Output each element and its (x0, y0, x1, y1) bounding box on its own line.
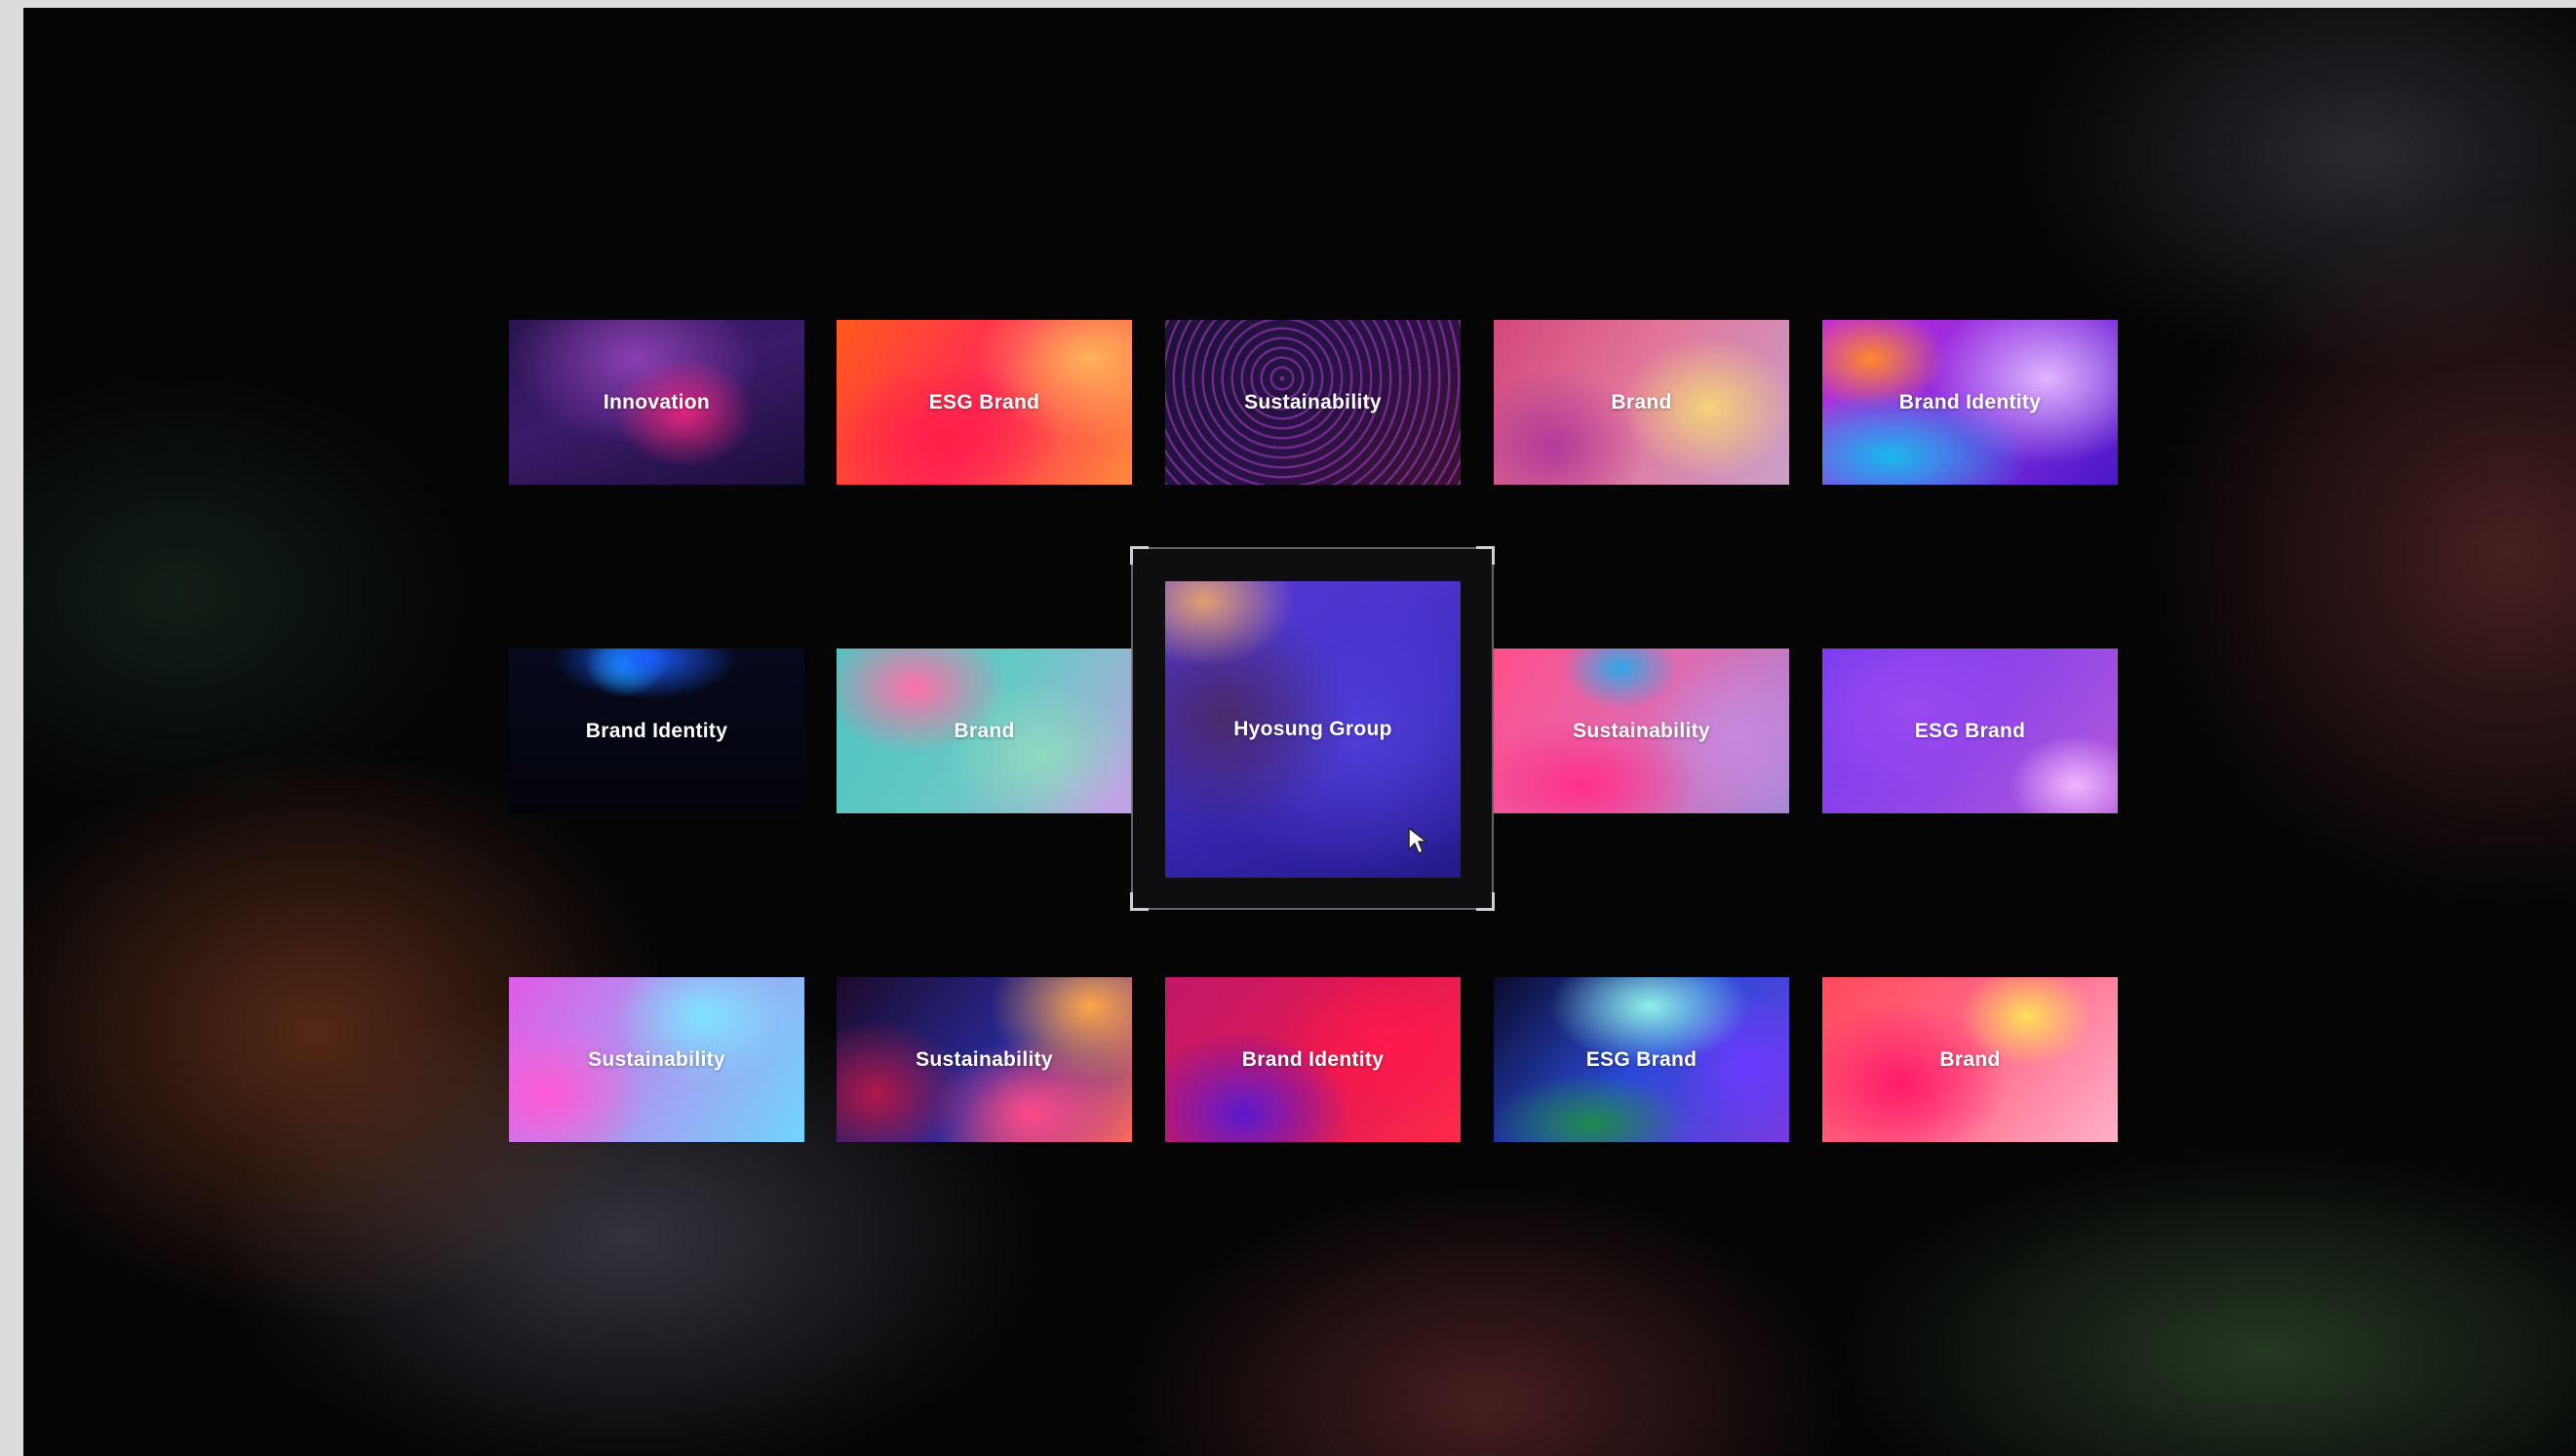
card-sustainability-waves[interactable]: Sustainability (1165, 320, 1461, 485)
card-label: Brand (1611, 390, 1672, 413)
card-label: Innovation (603, 390, 711, 413)
card-label: ESG Brand (1914, 719, 2026, 742)
card-label: Brand (954, 719, 1015, 742)
frame-corner (1130, 892, 1149, 911)
card-label: ESG Brand (928, 390, 1040, 413)
card-brand-teal[interactable]: Brand (837, 649, 1132, 813)
card-brand-pastel[interactable]: Brand (1494, 320, 1789, 485)
card-sustainability-pink[interactable]: Sustainability (1494, 649, 1789, 813)
card-label: Brand Identity (1241, 1047, 1385, 1071)
frame-corner (1476, 546, 1495, 565)
card-brand-identity-wave[interactable]: Brand Identity (1822, 320, 2118, 485)
card-label: Sustainability (1573, 719, 1710, 742)
card-esg-brand-violet[interactable]: ESG Brand (1822, 649, 2118, 813)
card-brand-identity-dark[interactable]: Brand Identity (509, 649, 804, 813)
card-esg-brand[interactable]: ESG Brand (837, 320, 1132, 485)
card-label: Sustainability (916, 1047, 1053, 1071)
card-sustainability-sunset[interactable]: Sustainability (837, 977, 1132, 1142)
card-brand-coral[interactable]: Brand (1822, 977, 2118, 1142)
card-sustainability-sky[interactable]: Sustainability (509, 977, 804, 1142)
gallery-canvas: Innovation ESG Brand Sustainability Bran… (23, 8, 2576, 1456)
frame-corner (1476, 892, 1495, 911)
card-label: Sustainability (588, 1047, 725, 1071)
card-label: Hyosung Group (1233, 718, 1392, 740)
card-innovation[interactable]: Innovation (509, 320, 804, 485)
card-label: Sustainability (1244, 390, 1382, 413)
card-label: ESG Brand (1585, 1047, 1698, 1071)
card-esg-brand-aurora[interactable]: ESG Brand (1494, 977, 1789, 1142)
mouse-pointer-icon (1408, 827, 1427, 854)
card-label: Brand Identity (1898, 390, 2042, 413)
card-brand-identity-crimson[interactable]: Brand Identity (1165, 977, 1461, 1142)
frame-corner (1130, 546, 1149, 565)
card-label: Brand Identity (585, 719, 728, 742)
card-label: Brand (1939, 1047, 2001, 1071)
